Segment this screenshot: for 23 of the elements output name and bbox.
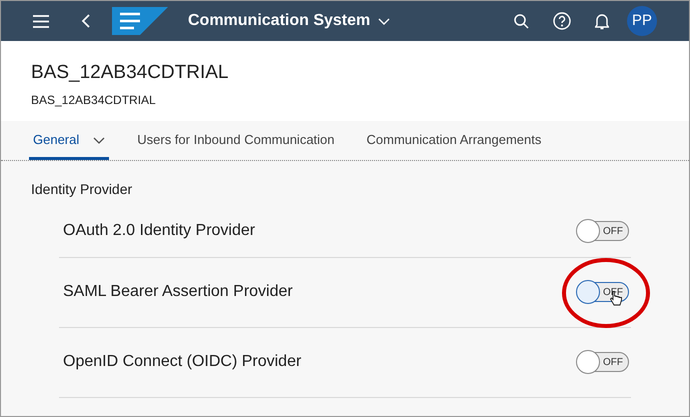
section-title: Identity Provider xyxy=(31,180,134,199)
menu-icon[interactable] xyxy=(33,14,49,28)
chevron-down-icon xyxy=(378,18,390,24)
toggle-switch[interactable]: OFF xyxy=(577,352,629,372)
page-title: BAS_12AB34CDTRIAL xyxy=(31,61,230,85)
search-icon[interactable] xyxy=(514,14,529,28)
setting-label: OpenID Connect (OIDC) Provider xyxy=(63,352,302,372)
tab[interactable]: General xyxy=(29,120,110,160)
toggle-knob[interactable] xyxy=(576,280,600,304)
setting-label: OAuth 2.0 Identity Provider xyxy=(63,221,256,241)
page-subtitle: BAS_12AB34CDTRIAL xyxy=(31,92,157,108)
toggle-knob[interactable] xyxy=(576,350,600,374)
tab[interactable]: Communication Arrangements xyxy=(362,120,546,160)
app-title-menu[interactable]: Communication System xyxy=(188,9,390,33)
toggle-knob[interactable] xyxy=(576,219,600,243)
user-avatar[interactable]: PP xyxy=(627,6,657,36)
bell-icon[interactable] xyxy=(595,12,609,30)
toggle-switch[interactable]: OFF xyxy=(577,221,629,241)
setting-label: SAML Bearer Assertion Provider xyxy=(63,282,293,302)
help-icon[interactable] xyxy=(553,12,571,30)
tab[interactable]: Users for Inbound Communication xyxy=(133,120,339,160)
back-icon[interactable] xyxy=(81,14,90,28)
logo-icon[interactable] xyxy=(112,7,168,35)
